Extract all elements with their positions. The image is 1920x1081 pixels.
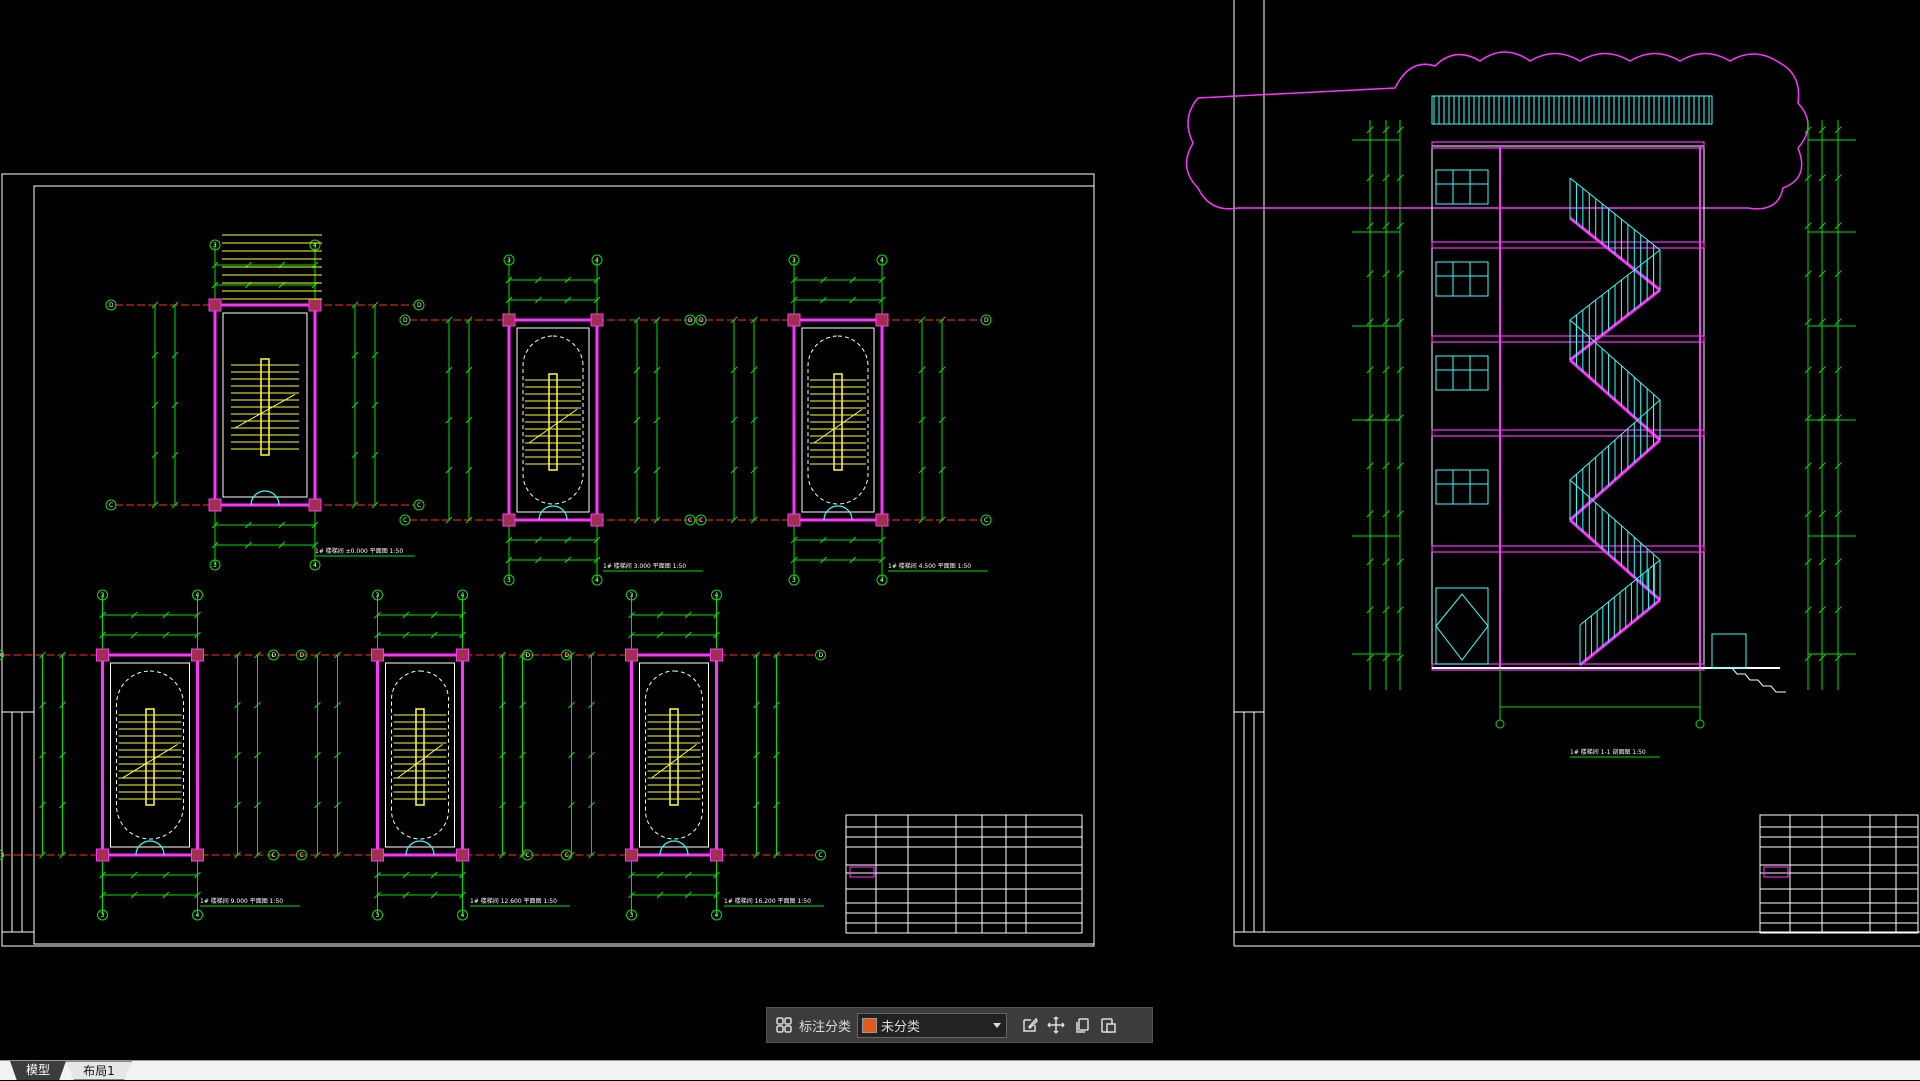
chevron-down-icon [993,1023,1002,1028]
title-block-2 [1759,814,1919,934]
category-label: 标注分类 [799,1019,852,1035]
svg-text:D: D [417,302,422,309]
svg-text:D: D [272,652,277,659]
svg-text:D: D [0,652,2,659]
drawing-canvas[interactable]: DDCC34341# 楼梯间 ±0.000 平面图 1:50DDCC34341#… [0,0,1920,1080]
svg-text:D: D [526,652,531,659]
svg-text:C: C [526,852,530,859]
stair-plan-1: DDCC34341# 楼梯间 ±0.000 平面图 1:50 [105,239,425,571]
plan-title-6: 1# 楼梯间 16.200 平面图 1:50 [724,897,811,905]
title-block-1 [845,814,1083,934]
stair-plan-6: DDCC34341# 楼梯间 16.200 平面图 1:50 [522,589,826,921]
category-color-swatch [862,1017,878,1033]
stair-plans: DDCC34341# 楼梯间 ±0.000 平面图 1:50DDCC34341#… [0,234,992,921]
stair-plan-2: DDCC34341# 楼梯间 3.000 平面图 1:50 [399,254,707,586]
stair-section: 1# 楼梯间 1-1 剖面图 1:50 [1185,51,1856,758]
plan-title-5: 1# 楼梯间 12.600 平面图 1:50 [470,897,557,905]
svg-text:D: D [688,317,693,324]
svg-text:C: C [403,517,407,524]
annotation-toolbar: 标注分类 未分类 [766,1007,1153,1043]
grid-icon[interactable] [771,1012,797,1038]
svg-text:D: D [819,652,824,659]
category-select-value: 未分类 [881,1019,921,1035]
svg-text:C: C [109,502,113,509]
svg-text:C: C [819,852,823,859]
svg-text:C: C [688,517,692,524]
paste-icon[interactable] [1095,1012,1121,1038]
svg-text:C: C [272,852,276,859]
tab-layout1[interactable]: 布局1 [66,1061,132,1080]
stair-plan-5: DDCC34341# 楼梯间 12.600 平面图 1:50 [268,589,572,921]
svg-text:D: D [984,317,989,324]
plan-title-1: 1# 楼梯间 ±0.000 平面图 1:50 [315,547,403,555]
svg-text:C: C [984,517,988,524]
stair-plan-3: DDCC34341# 楼梯间 4.500 平面图 1:50 [684,254,992,586]
edit-icon[interactable] [1017,1012,1043,1038]
copy-icon[interactable] [1069,1012,1095,1038]
category-select[interactable]: 未分类 [857,1012,1008,1038]
svg-text:D: D [403,317,408,324]
plan-title-4: 1# 楼梯间 9.000 平面图 1:50 [200,897,283,905]
plan-title-2: 1# 楼梯间 3.000 平面图 1:50 [603,562,686,570]
plan-title-3: 1# 楼梯间 4.500 平面图 1:50 [888,562,971,570]
move-icon[interactable] [1043,1012,1069,1038]
section-title: 1# 楼梯间 1-1 剖面图 1:50 [1570,748,1646,756]
stair-plan-4: DDCC34341# 楼梯间 9.000 平面图 1:50 [0,589,307,921]
svg-text:C: C [0,852,1,859]
tab-model[interactable]: 模型 [10,1061,66,1080]
svg-text:C: C [417,502,421,509]
layout-tab-bar: 模型 布局1 [0,1060,1920,1080]
svg-text:D: D [109,302,114,309]
